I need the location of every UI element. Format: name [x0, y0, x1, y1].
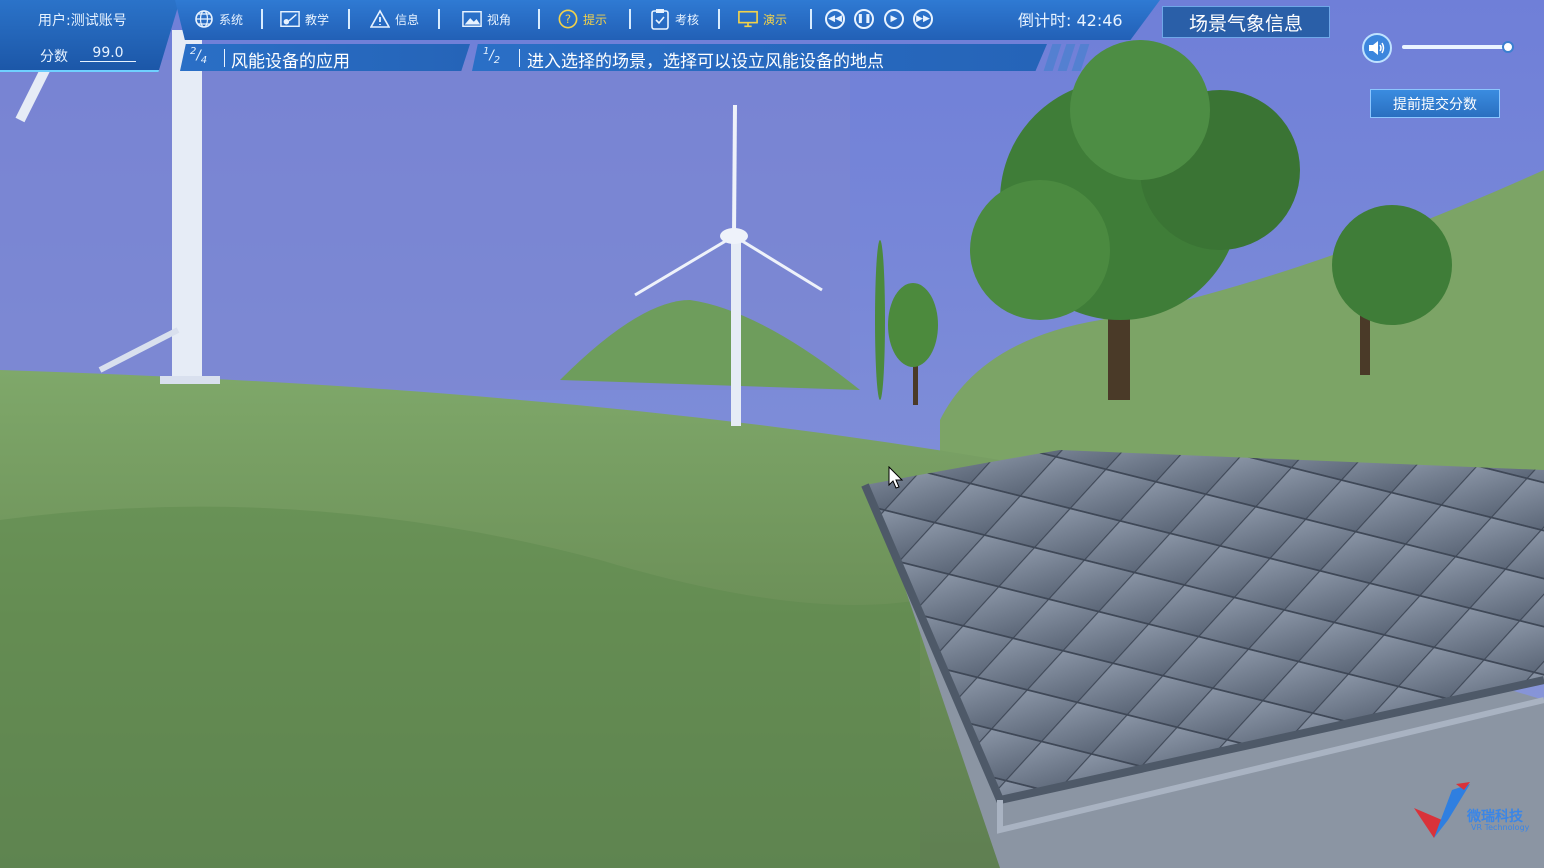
pause-button[interactable]: ❚❚	[854, 9, 874, 29]
globe-icon	[194, 9, 214, 29]
menu-view[interactable]: 视角	[462, 6, 511, 32]
task-title: 风能设备的应用	[231, 52, 350, 72]
menu-teaching-label: 教学	[305, 12, 330, 27]
clipboard-icon	[650, 9, 670, 30]
menu-demo-label: 演示	[763, 12, 788, 27]
submit-score-button[interactable]: 提前提交分数	[1370, 89, 1500, 118]
menu-demo[interactable]: 演示	[738, 6, 787, 32]
scene-viewport[interactable]	[0, 0, 1544, 868]
menu-tip[interactable]: ? 提示	[558, 6, 607, 32]
warning-icon	[370, 9, 390, 29]
task-progress: 2/4	[190, 46, 208, 66]
volume-button[interactable]	[1362, 33, 1392, 63]
toolbar-divider	[718, 9, 720, 29]
menu-tip-label: 提示	[583, 12, 608, 27]
menu-teaching[interactable]: 教学	[280, 6, 329, 32]
fast-forward-button[interactable]: ▶▶	[913, 9, 933, 29]
volume-slider-handle[interactable]	[1502, 41, 1514, 53]
toolbar-divider	[629, 9, 631, 29]
mouse-cursor-icon	[888, 466, 904, 489]
menu-exam[interactable]: 考核	[650, 6, 699, 32]
task-divider	[224, 49, 225, 67]
play-icon: ▶	[890, 14, 898, 24]
score-value: 99.0	[80, 45, 136, 62]
volume-slider[interactable]	[1402, 45, 1508, 49]
monitor-icon	[738, 9, 758, 29]
menu-system-label: 系统	[219, 12, 244, 27]
menu-info-label: 信息	[395, 12, 420, 27]
svg-text:?: ?	[565, 12, 571, 26]
toolbar-divider	[810, 9, 812, 29]
step-progress: 1/2	[483, 46, 501, 66]
menu-view-label: 视角	[487, 12, 512, 27]
toolbar-divider	[538, 9, 540, 29]
play-button[interactable]: ▶	[884, 9, 904, 29]
countdown-timer: 倒计时: 42:46	[1018, 11, 1123, 30]
toolbar-divider	[348, 9, 350, 29]
question-icon: ?	[558, 9, 578, 29]
rewind-button[interactable]: ◀◀	[825, 9, 845, 29]
menu-exam-label: 考核	[675, 12, 700, 27]
rewind-icon: ◀◀	[828, 14, 842, 24]
speaker-icon	[1369, 41, 1385, 55]
step-instruction: 进入选择的场景，选择可以设立风能设备的地点	[527, 52, 884, 72]
score-label: 分数	[40, 49, 68, 65]
fast-forward-icon: ▶▶	[916, 14, 930, 24]
menu-system[interactable]: 系统	[194, 6, 243, 32]
pause-icon: ❚❚	[856, 14, 872, 24]
user-label: 用户:测试账号	[38, 13, 127, 29]
image-icon	[462, 9, 482, 29]
toolbar-divider	[438, 9, 440, 29]
weather-info-button[interactable]: 场景气象信息	[1162, 6, 1330, 38]
toolbar-divider	[261, 9, 263, 29]
logo-subtext: VR Technology	[1471, 823, 1530, 832]
step-divider	[519, 49, 520, 67]
menu-info[interactable]: 信息	[370, 6, 419, 32]
teaching-icon	[280, 9, 300, 29]
